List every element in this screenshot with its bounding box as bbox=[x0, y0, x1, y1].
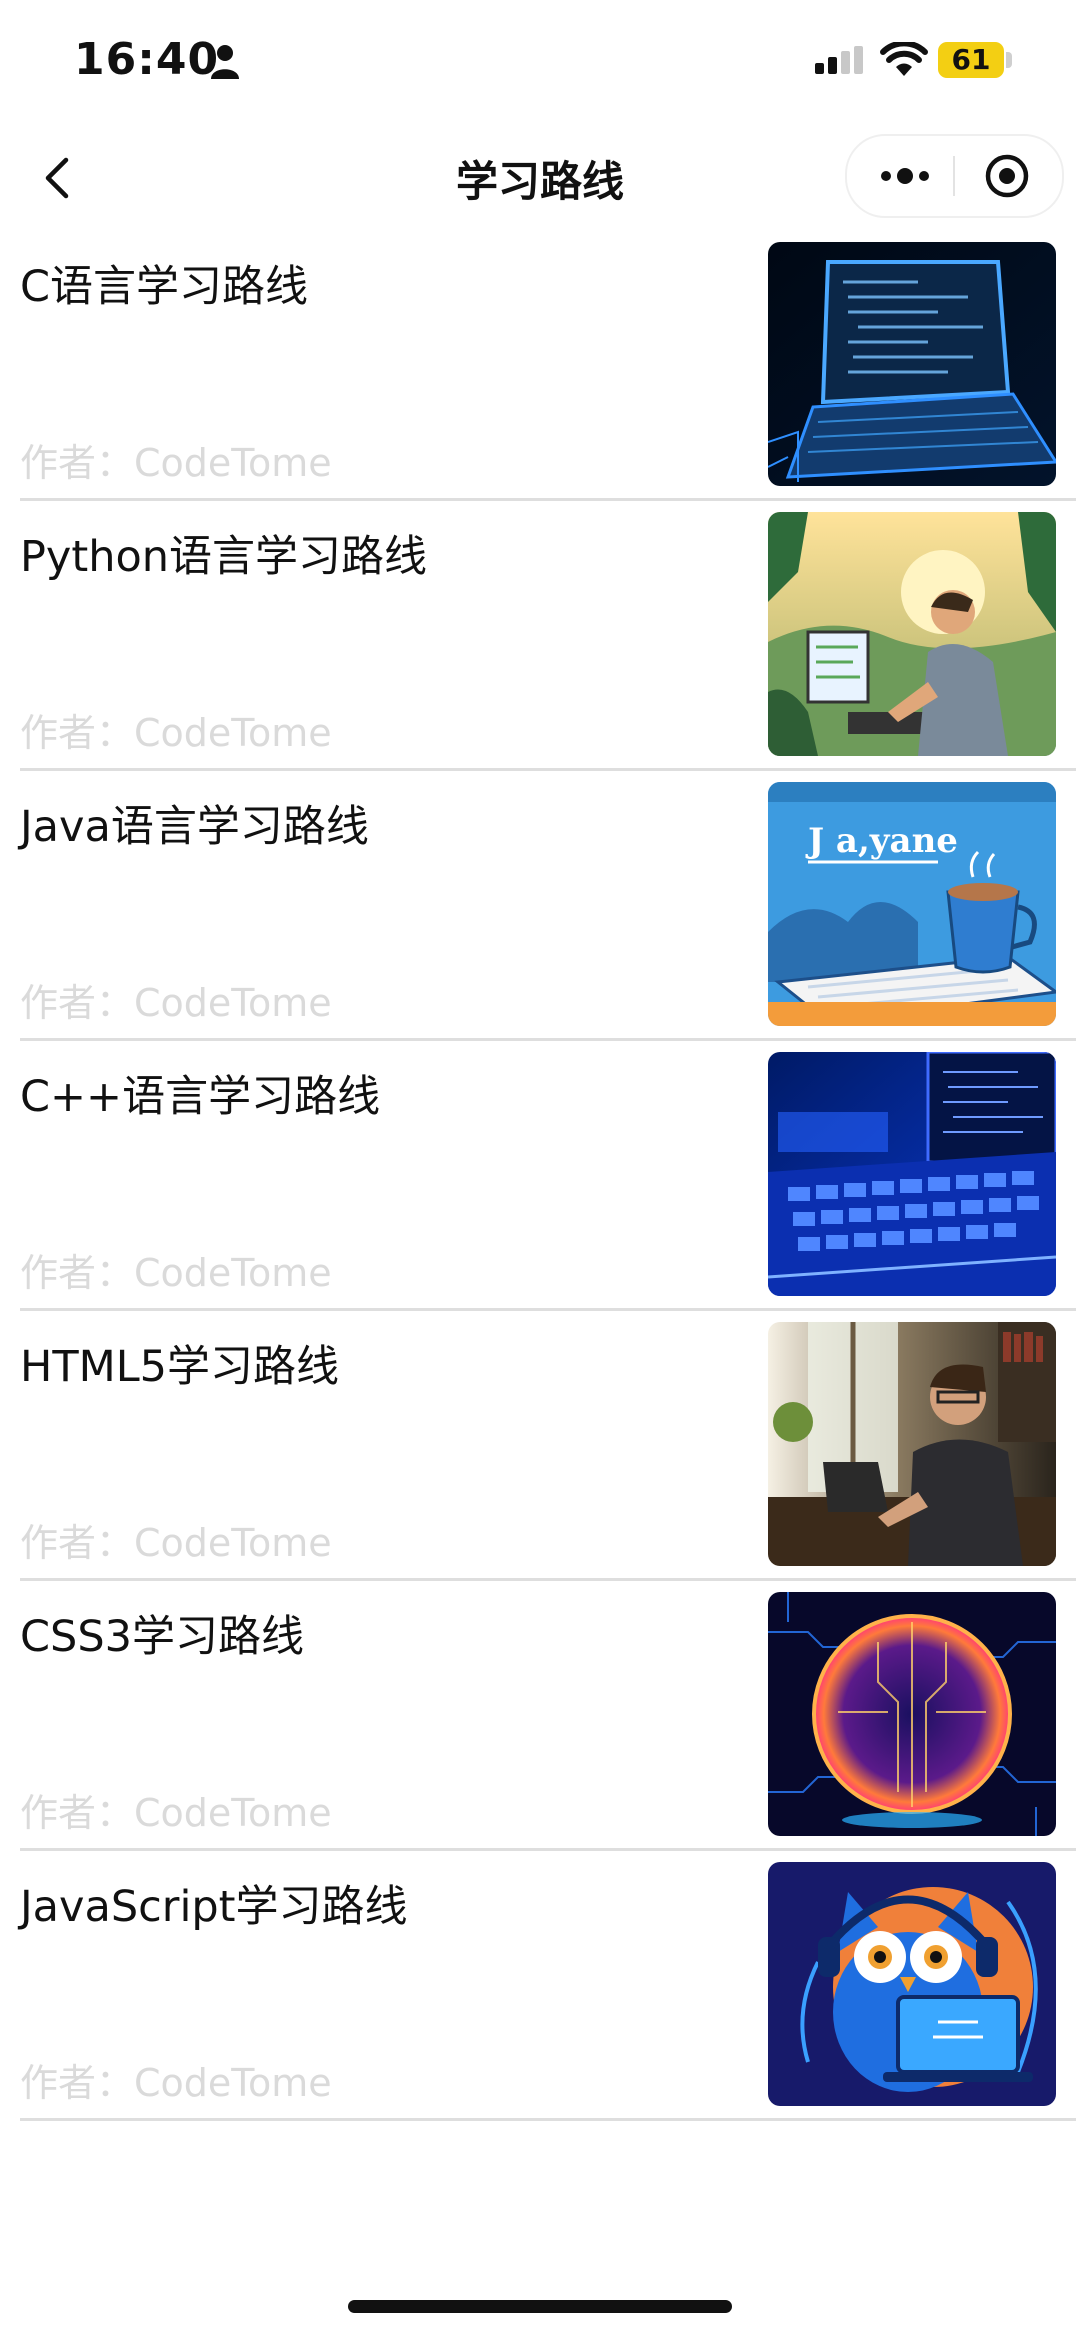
status-bar: 16:40 61 bbox=[0, 0, 1080, 120]
blue-keyboard-image bbox=[768, 1052, 1056, 1296]
home-indicator[interactable] bbox=[348, 2300, 732, 2313]
item-title: JavaScript学习路线 bbox=[20, 1882, 408, 1932]
divider bbox=[20, 2118, 1076, 2121]
list-item[interactable]: Java语言学习路线 作者：CodeTome J a,yane bbox=[0, 780, 1080, 1050]
item-author: 作者：CodeTome bbox=[20, 441, 332, 485]
list-item[interactable]: JavaScript学习路线 作者：CodeTome bbox=[0, 1860, 1080, 2130]
item-title: C++语言学习路线 bbox=[20, 1072, 381, 1122]
list-item[interactable]: CSS3学习路线 作者：CodeTome bbox=[0, 1590, 1080, 1860]
wifi-icon bbox=[880, 42, 928, 76]
item-author: 作者：CodeTome bbox=[20, 1251, 332, 1295]
status-time: 16:40 bbox=[74, 34, 220, 85]
nav-bar: 学习路线 bbox=[0, 120, 1080, 230]
battery-level: 61 bbox=[938, 42, 1004, 78]
item-author: 作者：CodeTome bbox=[20, 1791, 332, 1835]
mini-program-capsule bbox=[845, 134, 1064, 218]
list-item[interactable]: C语言学习路线 作者：CodeTome bbox=[0, 240, 1080, 510]
laptop-code-dark-image bbox=[768, 242, 1056, 486]
divider bbox=[20, 1578, 1076, 1581]
divider bbox=[20, 1038, 1076, 1041]
item-author: 作者：CodeTome bbox=[20, 2061, 332, 2105]
item-author: 作者：CodeTome bbox=[20, 1521, 332, 1565]
route-list: C语言学习路线 作者：CodeTome Python语言学习路线 作者：Code… bbox=[0, 240, 1080, 2130]
divider bbox=[20, 498, 1076, 501]
more-dots-icon[interactable] bbox=[877, 160, 933, 192]
item-title: Java语言学习路线 bbox=[20, 802, 369, 852]
item-author: 作者：CodeTome bbox=[20, 981, 332, 1025]
divider bbox=[20, 768, 1076, 771]
list-item[interactable]: C++语言学习路线 作者：CodeTome bbox=[0, 1050, 1080, 1320]
item-title: HTML5学习路线 bbox=[20, 1342, 340, 1392]
item-title: Python语言学习路线 bbox=[20, 532, 428, 582]
java-coffee-cup-image: J a,yane bbox=[768, 782, 1056, 1026]
target-circle-icon[interactable] bbox=[983, 152, 1031, 200]
thumb-text: J a,yane bbox=[805, 821, 958, 861]
cellular-signal-icon bbox=[815, 46, 863, 74]
item-title: CSS3学习路线 bbox=[20, 1612, 304, 1662]
owl-laptop-image bbox=[768, 1862, 1056, 2106]
battery-cap bbox=[1006, 52, 1012, 68]
item-author: 作者：CodeTome bbox=[20, 711, 332, 755]
divider bbox=[20, 1848, 1076, 1851]
man-at-desk-photo bbox=[768, 1322, 1056, 1566]
circuit-globe-image bbox=[768, 1592, 1056, 1836]
man-coding-jungle-image bbox=[768, 512, 1056, 756]
divider bbox=[20, 1308, 1076, 1311]
list-item[interactable]: HTML5学习路线 作者：CodeTome bbox=[0, 1320, 1080, 1590]
person-icon bbox=[211, 45, 239, 79]
capsule-divider bbox=[953, 156, 955, 196]
item-title: C语言学习路线 bbox=[20, 262, 309, 312]
list-item[interactable]: Python语言学习路线 作者：CodeTome bbox=[0, 510, 1080, 780]
